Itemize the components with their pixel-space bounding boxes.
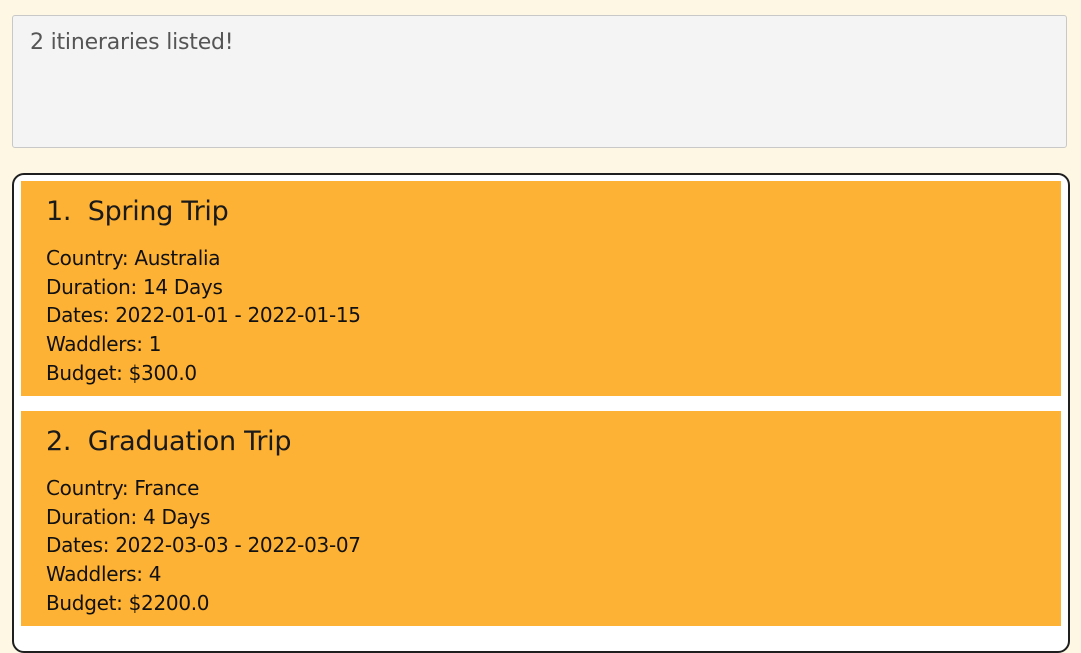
itinerary-title: 1. Spring Trip	[46, 196, 229, 227]
itinerary-card[interactable]: 1. Spring Trip Country: Australia Durati…	[21, 181, 1061, 396]
itinerary-country: Country: Australia	[46, 246, 221, 270]
itinerary-budget: Budget: $300.0	[46, 361, 197, 385]
itinerary-card[interactable]: 2. Graduation Trip Country: France Durat…	[21, 411, 1061, 626]
itinerary-duration: Duration: 14 Days	[46, 275, 223, 299]
itinerary-country: Country: France	[46, 476, 200, 500]
result-message: 2 itineraries listed!	[30, 30, 234, 55]
itinerary-duration: Duration: 4 Days	[46, 505, 211, 529]
itinerary-waddlers: Waddlers: 4	[46, 562, 162, 586]
itinerary-dates: Dates: 2022-01-01 - 2022-01-15	[46, 303, 361, 327]
itinerary-list-panel[interactable]: 1. Spring Trip Country: Australia Durati…	[12, 173, 1070, 653]
itinerary-dates: Dates: 2022-03-03 - 2022-03-07	[46, 533, 361, 557]
itinerary-waddlers: Waddlers: 1	[46, 332, 162, 356]
result-display[interactable]: 2 itineraries listed!	[12, 15, 1067, 148]
itinerary-title: 2. Graduation Trip	[46, 426, 292, 457]
itinerary-budget: Budget: $2200.0	[46, 591, 210, 615]
